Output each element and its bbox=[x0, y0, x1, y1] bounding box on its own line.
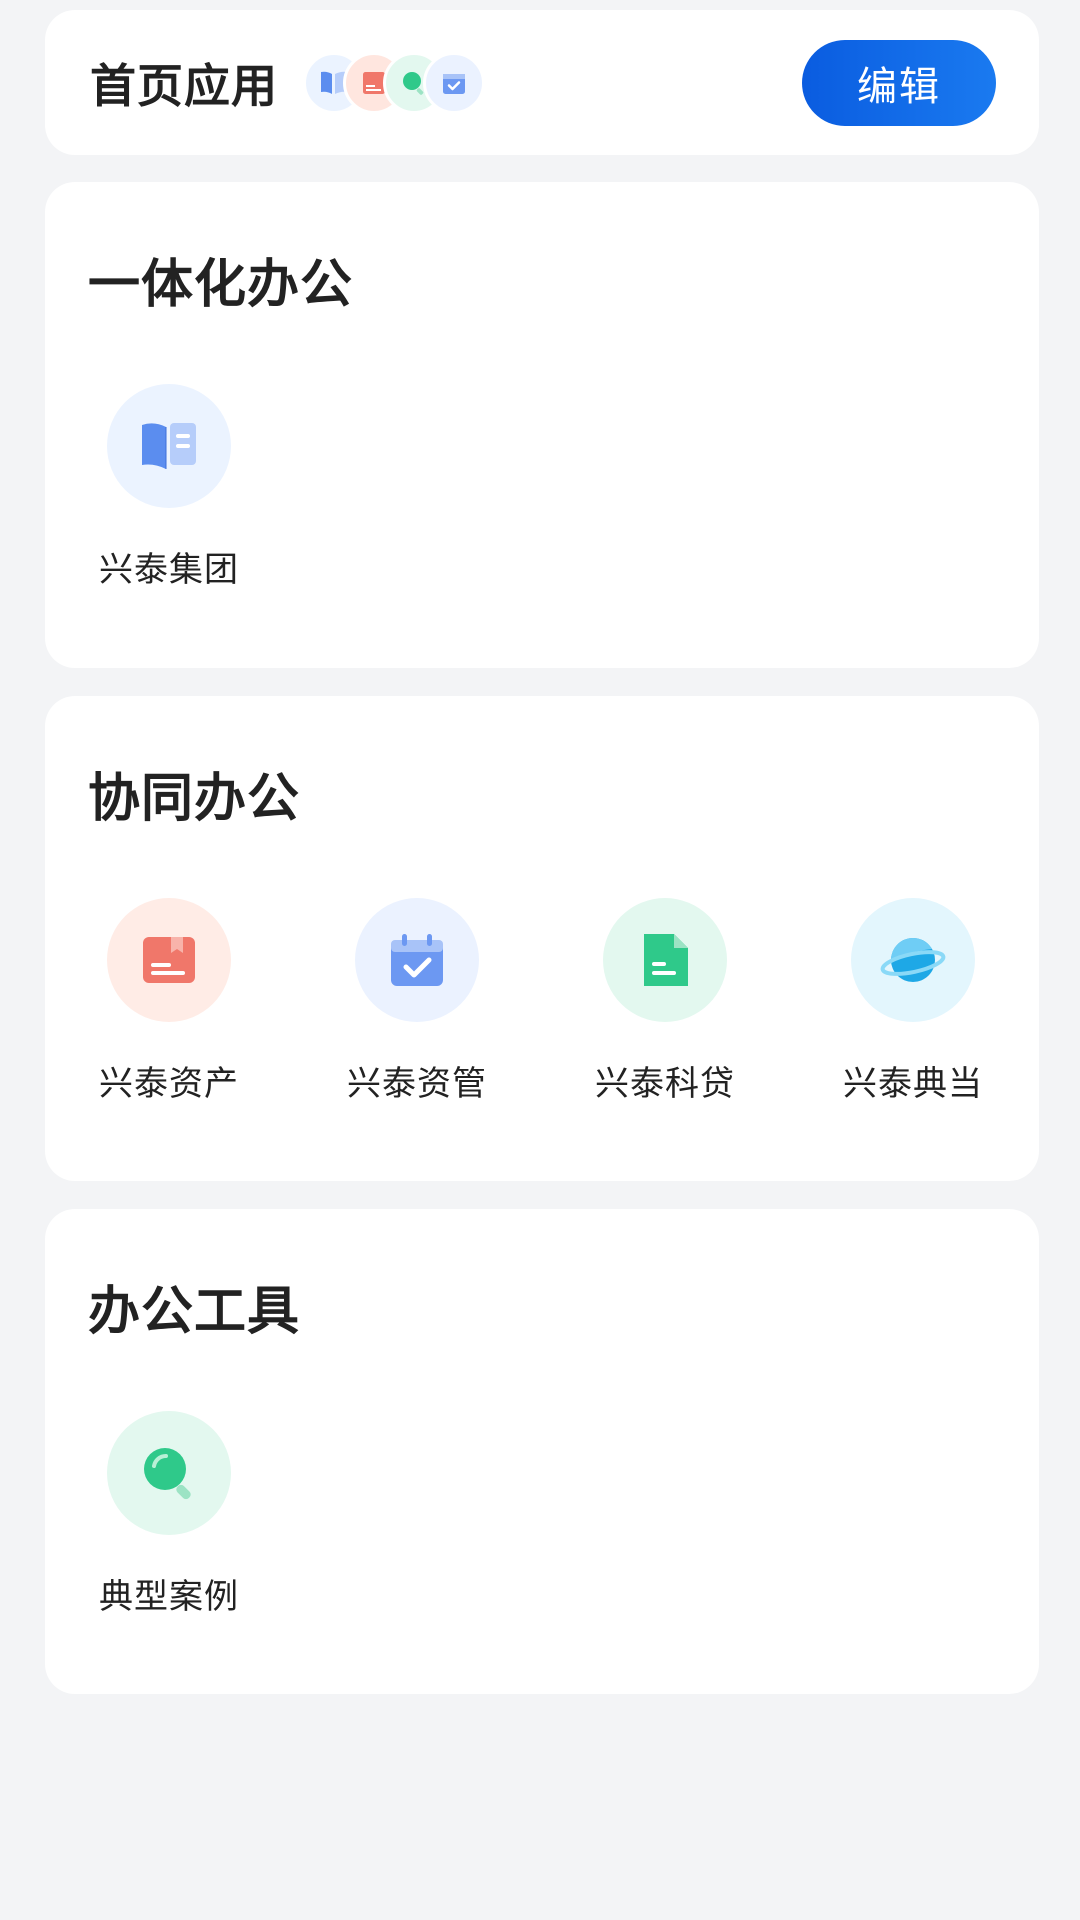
section-title: 办公工具 bbox=[88, 1282, 301, 1342]
calendar-check-icon bbox=[423, 51, 485, 114]
home-apps-title: 首页应用 bbox=[90, 58, 278, 113]
app-label: 兴泰科贷 bbox=[595, 1064, 735, 1104]
search-icon bbox=[107, 1411, 231, 1535]
section-integrated-office: 一体化办公 兴泰集团 bbox=[45, 182, 1039, 668]
app-label: 兴泰资管 bbox=[347, 1064, 487, 1104]
app-label: 兴泰典当 bbox=[843, 1064, 983, 1104]
calendar-check-icon bbox=[355, 898, 479, 1022]
app-label: 兴泰集团 bbox=[99, 550, 239, 590]
app-xingtai-pawn[interactable]: 兴泰典当 bbox=[789, 898, 1037, 1105]
book-icon bbox=[107, 384, 231, 508]
app-xingtai-asset-management[interactable]: 兴泰资管 bbox=[293, 898, 541, 1105]
app-label: 兴泰资产 bbox=[99, 1064, 239, 1104]
home-apps-icon-stack bbox=[303, 51, 503, 114]
section-collaborative-office: 协同办公 兴泰资产 兴泰资管 兴泰科贷 兴泰典当 bbox=[45, 696, 1039, 1181]
app-xingtai-group[interactable]: 兴泰集团 bbox=[45, 384, 293, 591]
section-office-tools: 办公工具 典型案例 bbox=[45, 1209, 1039, 1694]
app-typical-cases[interactable]: 典型案例 bbox=[45, 1411, 293, 1618]
app-xingtai-assets[interactable]: 兴泰资产 bbox=[45, 898, 293, 1105]
planet-icon bbox=[851, 898, 975, 1022]
edit-button[interactable]: 编辑 bbox=[802, 39, 996, 126]
section-title: 协同办公 bbox=[88, 769, 301, 829]
section-title: 一体化办公 bbox=[88, 255, 354, 315]
archive-box-icon bbox=[107, 898, 231, 1022]
home-apps-card: 首页应用 编辑 bbox=[45, 10, 1039, 155]
app-xingtai-tech-loan[interactable]: 兴泰科贷 bbox=[541, 898, 789, 1105]
document-icon bbox=[603, 898, 727, 1022]
app-label: 典型案例 bbox=[99, 1577, 239, 1617]
